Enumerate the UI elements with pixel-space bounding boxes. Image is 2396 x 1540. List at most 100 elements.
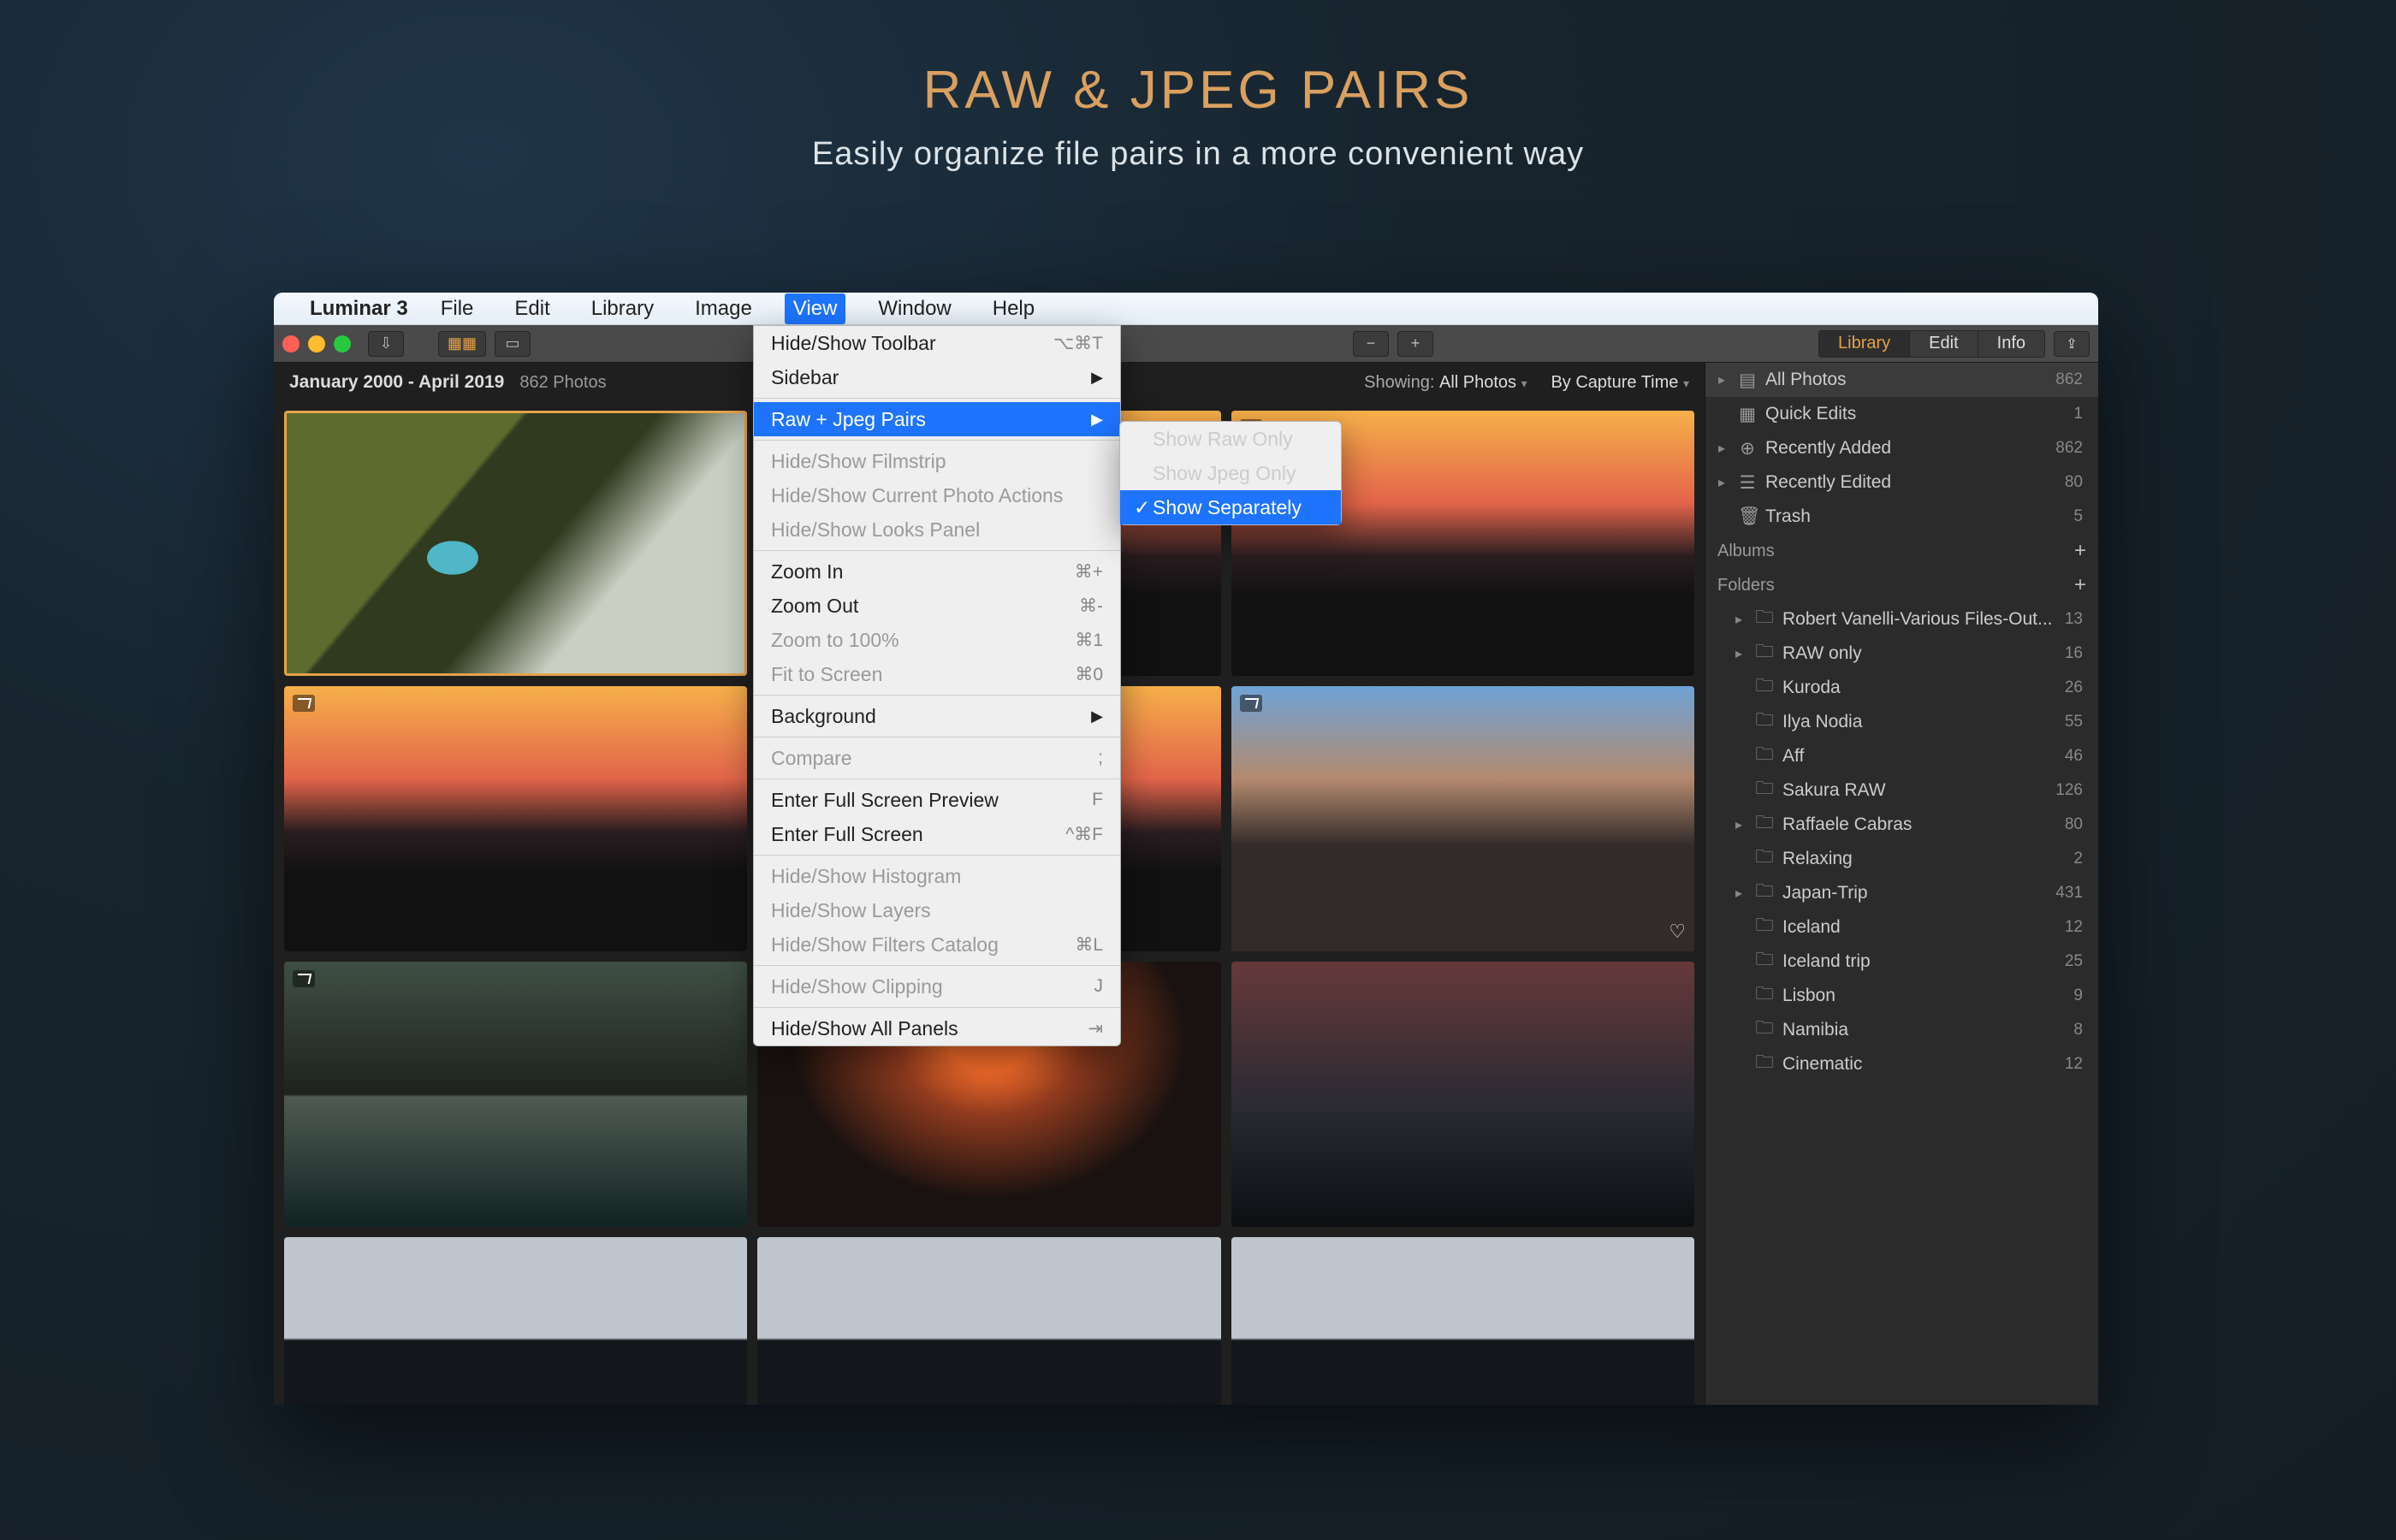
tab-edit[interactable]: Edit [1910,331,1978,357]
menubar-item-image[interactable]: Image [686,293,761,324]
menubar-item-help[interactable]: Help [984,293,1043,324]
folder-item[interactable]: 🗀Iceland trip25 [1705,945,2098,979]
thumbnail[interactable] [284,1237,747,1405]
import-button[interactable]: ⇩ [368,331,404,357]
menubar-item-view[interactable]: View [785,293,846,324]
folder-count: 12 [2065,1055,2083,1074]
hero-title: RAW & JPEG PAIRS [0,60,2396,121]
sidebar-item-count: 80 [2065,473,2083,492]
submenu-jpeg-only[interactable]: Show Jpeg Only [1120,456,1341,490]
folder-label: Lisbon [1782,986,2065,1006]
folders-label: Folders [1717,576,1775,595]
zoom-plus-button[interactable]: + [1397,331,1433,357]
sidebar-item-label: Recently Added [1765,438,2047,459]
folder-item[interactable]: 🗀Aff46 [1705,739,2098,773]
raw-jpeg-submenu: Show Raw Only Show Jpeg Only ✓Show Separ… [1119,421,1342,525]
favorite-icon[interactable]: ♡ [1669,921,1686,943]
tab-info[interactable]: Info [1978,331,2044,357]
menu-fullscreen-preview[interactable]: Enter Full Screen PreviewF [754,783,1120,817]
folder-icon: 🗀 [1755,639,1774,669]
submenu-show-separately[interactable]: ✓Show Separately [1120,490,1341,524]
menubar-item-library[interactable]: Library [583,293,662,324]
sidebar-item-all-photos[interactable]: ▸▤All Photos862 [1705,363,2098,397]
folder-item[interactable]: ▸🗀Japan-Trip431 [1705,876,2098,910]
sidebar-item-count: 5 [2073,507,2083,526]
folder-label: RAW only [1782,643,2056,664]
menu-all-panels[interactable]: Hide/Show All Panels⇥ [754,1011,1120,1045]
sidebar-item-recently-edited[interactable]: ▸☰Recently Edited80 [1705,465,2098,500]
folder-count: 80 [2065,815,2083,834]
thumbnail[interactable] [284,411,747,676]
app-name[interactable]: Luminar 3 [310,297,408,321]
menubar-item-file[interactable]: File [432,293,483,324]
folder-label: Japan-Trip [1782,883,2047,903]
grid-view-button[interactable]: ▦▦ [438,331,486,357]
menu-toggle-toolbar[interactable]: Hide/Show Toolbar⌥⌘T [754,326,1120,360]
folders-header[interactable]: Folders + [1705,568,2098,602]
folder-count: 46 [2065,747,2083,766]
collection-icon: ▤ [1738,370,1757,391]
folder-item[interactable]: 🗀Ilya Nodia55 [1705,705,2098,739]
folder-label: Kuroda [1782,678,2056,698]
folder-icon: 🗀 [1755,879,1774,909]
menu-zoom-out[interactable]: Zoom Out⌘- [754,589,1120,623]
single-view-button[interactable]: ▭ [495,331,531,357]
menu-zoom-in[interactable]: Zoom In⌘+ [754,554,1120,589]
folder-label: Ilya Nodia [1782,712,2056,732]
menu-looks-panel: Hide/Show Looks Panel [754,512,1120,547]
sidebar-item-trash[interactable]: 🗑 Trash 5 [1705,500,2098,534]
sidebar-item-label: Trash [1765,506,2065,527]
add-album-icon[interactable]: + [2074,539,2086,563]
collection-icon: 🗑 [1738,506,1757,527]
thumbnail[interactable] [284,686,747,951]
albums-header[interactable]: Albums + [1705,534,2098,568]
add-folder-icon[interactable]: + [2074,573,2086,597]
sidebar-item-quick-edits[interactable]: ▦Quick Edits1 [1705,397,2098,431]
maximize-button[interactable] [334,335,351,352]
menu-fullscreen[interactable]: Enter Full Screen^⌘F [754,817,1120,851]
folder-item[interactable]: 🗀Namibia8 [1705,1013,2098,1047]
menubar-item-edit[interactable]: Edit [506,293,558,324]
thumbnail[interactable] [1231,1237,1694,1405]
thumbnail[interactable] [1231,962,1694,1227]
folder-count: 12 [2065,918,2083,937]
folder-icon: 🗀 [1755,673,1774,703]
folder-item[interactable]: 🗀Iceland12 [1705,910,2098,945]
minimize-button[interactable] [308,335,325,352]
folder-item[interactable]: 🗀Lisbon9 [1705,979,2098,1013]
thumbnail[interactable] [284,962,747,1227]
chevron-icon: ▸ [1731,816,1747,833]
showing-filter[interactable]: Showing: All Photos ▾ By Capture Time ▾ [1364,373,1689,393]
menu-background[interactable]: Background▶ [754,699,1120,733]
traffic-lights [282,335,351,352]
folder-item[interactable]: 🗀Kuroda26 [1705,671,2098,705]
folder-item[interactable]: ▸🗀Raffaele Cabras80 [1705,808,2098,842]
thumbnail[interactable] [757,1237,1220,1405]
folder-item[interactable]: 🗀Relaxing2 [1705,842,2098,876]
folder-item[interactable]: ▸🗀Robert Vanelli-Various Files-Out...13 [1705,602,2098,637]
folder-icon: 🗀 [1755,810,1774,840]
folder-item[interactable]: 🗀Cinematic12 [1705,1047,2098,1081]
sidebar-item-recently-added[interactable]: ▸⊕Recently Added862 [1705,431,2098,465]
showing-value: All Photos [1439,373,1516,392]
menu-filmstrip: Hide/Show Filmstrip [754,444,1120,478]
tab-library[interactable]: Library [1819,331,1910,357]
collection-icon: ▦ [1738,404,1757,425]
menu-sidebar[interactable]: Sidebar▶ [754,360,1120,394]
menu-fit-screen: Fit to Screen⌘0 [754,657,1120,691]
app-toolbar: ⇩ ▦▦ ▭ − + Library Edit Info ⇪ [274,325,2098,363]
share-button[interactable]: ⇪ [2054,331,2090,357]
folder-icon: 🗀 [1755,776,1774,806]
sidebar-item-count: 862 [2055,439,2083,458]
thumbnail[interactable]: ♡ [1231,686,1694,951]
zoom-minus-button[interactable]: − [1353,331,1389,357]
close-button[interactable] [282,335,300,352]
menu-raw-jpeg-pairs[interactable]: Raw + Jpeg Pairs▶ [754,402,1120,436]
collection-icon: ⊕ [1738,438,1757,459]
submenu-raw-only[interactable]: Show Raw Only [1120,422,1341,456]
folder-item[interactable]: 🗀Sakura RAW126 [1705,773,2098,808]
menubar-item-window[interactable]: Window [869,293,959,324]
mac-menubar: Luminar 3 File Edit Library Image View Window… [274,293,2098,325]
folder-count: 126 [2055,781,2083,800]
folder-item[interactable]: ▸🗀RAW only16 [1705,637,2098,671]
